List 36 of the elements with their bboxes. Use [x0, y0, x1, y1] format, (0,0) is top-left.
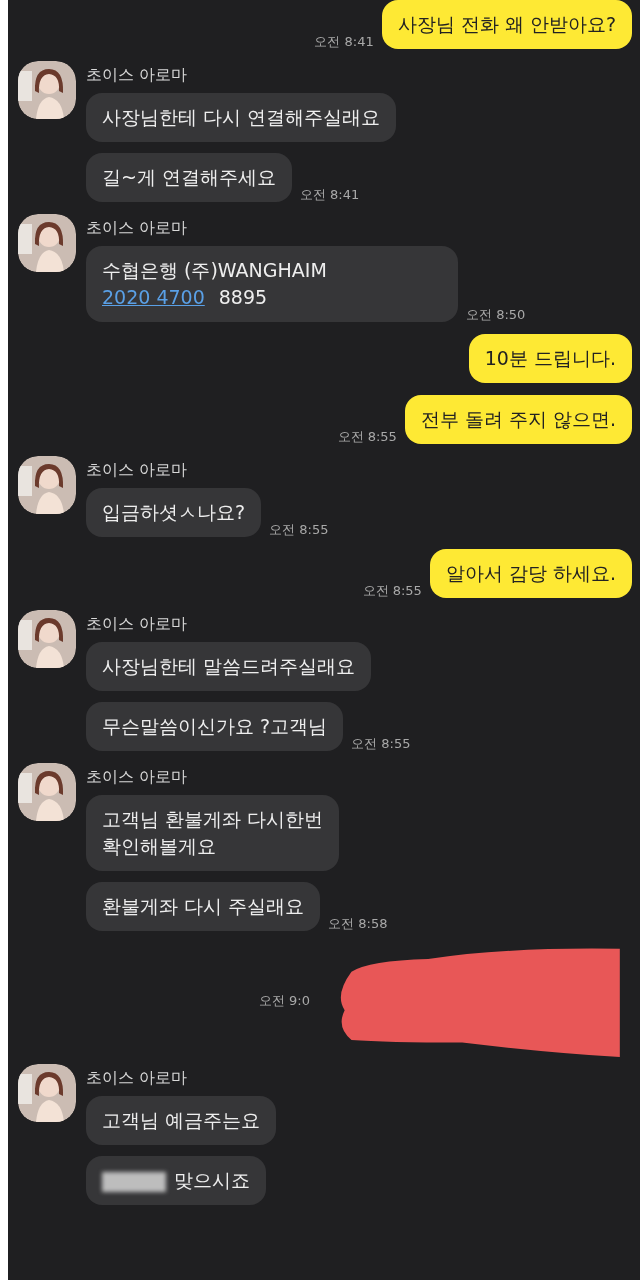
message-bubble: 고객님 환불게좌 다시한번 확인해볼게요: [86, 795, 340, 871]
message-bubble: 사장님한테 다시 연결해주실래요: [86, 93, 397, 142]
sender-name: 초이스 아로마: [86, 218, 189, 239]
message-bubble: 무슨말씀이신가요 ?고객님: [86, 702, 344, 751]
avatar[interactable]: [18, 214, 76, 272]
timestamp: 오전 8:55: [362, 582, 422, 600]
message-text: 수협은행 (주)WANGHAIM 2020 4700 8895: [86, 246, 458, 322]
message-bubble: 사장님 전화 왜 안받아요?: [381, 0, 632, 49]
message-bubble: 환불게좌 다시 주실래요: [86, 882, 321, 931]
message-bubble: 10분 드립니다.: [468, 334, 632, 383]
sender-name: 초이스 아로마: [86, 1068, 189, 1089]
message-bubble: 알아서 감당 하세요.: [429, 549, 632, 598]
sender-name: 초이스 아로마: [86, 460, 189, 481]
timestamp: 오전 9:0: [258, 991, 310, 1010]
avatar[interactable]: [18, 610, 76, 668]
avatar[interactable]: [18, 763, 76, 821]
message-bubble: 입금하셧ㅅ나요?: [86, 488, 262, 537]
timestamp: 오전 8:55: [337, 428, 397, 446]
timestamp: 오전 8:41: [299, 186, 360, 204]
message-bubble: 전부 돌려 주지 않으면.: [404, 395, 632, 444]
phone-link[interactable]: 2020 4700: [102, 286, 205, 308]
message-bubble: 길~게 연결해주세요: [86, 153, 292, 202]
sender-name: 초이스 아로마: [86, 767, 189, 788]
avatar[interactable]: [18, 61, 76, 119]
timestamp: 오전 8:55: [269, 521, 329, 539]
message-bubble: 고객님 예금주는요: [86, 1096, 277, 1145]
timestamp: 오전 8:41: [314, 33, 374, 51]
avatar[interactable]: [18, 1064, 76, 1122]
timestamp: 오전 8:50: [466, 306, 526, 324]
message-bubble: 맞으시죠: [86, 1156, 266, 1205]
sender-name: 초이스 아로마: [86, 65, 189, 86]
timestamp: 오전 8:55: [351, 735, 411, 753]
message-bubble: 사장님한테 말씀드려주실래요: [86, 642, 372, 691]
avatar[interactable]: [18, 456, 76, 514]
sender-name: 초이스 아로마: [86, 614, 189, 635]
timestamp: 오전 8:58: [328, 915, 388, 933]
